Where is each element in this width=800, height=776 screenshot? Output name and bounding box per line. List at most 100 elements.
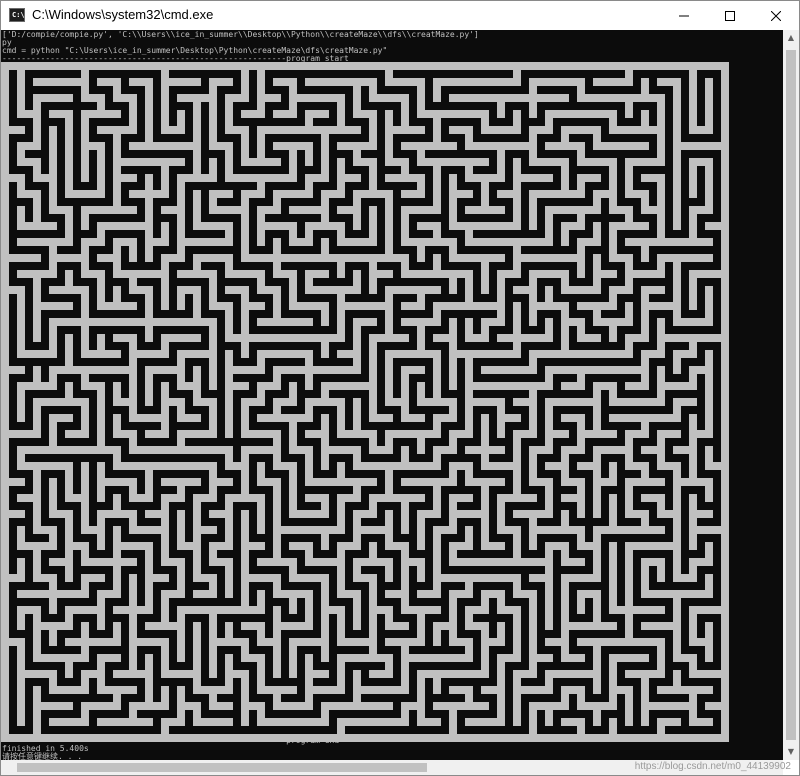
maze-wall <box>609 694 617 702</box>
maze-wall <box>145 246 153 254</box>
maze-wall <box>289 574 329 582</box>
maze-wall <box>721 558 729 566</box>
maze-wall <box>657 198 665 206</box>
maze-wall <box>497 310 505 318</box>
maze-wall <box>449 246 457 254</box>
maze-wall <box>609 558 617 566</box>
maze-wall <box>721 470 729 478</box>
maze-wall <box>33 526 57 534</box>
maze-wall <box>49 342 57 350</box>
scroll-down-icon[interactable]: ▼ <box>787 748 795 756</box>
maze-wall <box>241 534 249 542</box>
maze-wall <box>721 350 729 358</box>
maze-wall <box>417 182 425 190</box>
maze-wall <box>65 190 105 198</box>
maze-wall <box>81 334 89 342</box>
maze-wall <box>241 302 265 310</box>
maze-wall <box>129 254 137 262</box>
maze-wall <box>1 614 9 622</box>
maze-wall <box>193 134 201 142</box>
maze-wall <box>129 574 137 582</box>
maze-wall <box>1 502 9 510</box>
horizontal-scroll-thumb[interactable] <box>17 763 427 772</box>
maze-wall <box>209 86 217 94</box>
maze-wall <box>577 422 585 430</box>
maze-wall <box>145 486 153 494</box>
vertical-scrollbar[interactable]: ▲ ▼ <box>783 30 799 760</box>
maze-wall <box>449 518 457 526</box>
maze-wall <box>497 510 505 518</box>
maze-wall <box>193 678 201 686</box>
close-button[interactable] <box>753 1 799 30</box>
maze-wall <box>177 238 233 246</box>
maze-wall <box>449 494 473 502</box>
maze-wall <box>113 422 121 430</box>
maze-wall <box>305 678 313 686</box>
maze-wall <box>369 542 377 550</box>
maze-wall <box>545 110 617 118</box>
maximize-button[interactable] <box>707 1 753 30</box>
maze-wall <box>529 102 537 110</box>
maze-wall <box>129 118 137 126</box>
maze-wall <box>97 414 105 422</box>
maze-wall <box>1 62 729 70</box>
maze-wall <box>193 622 201 630</box>
maze-wall <box>577 438 585 446</box>
cmd-icon[interactable]: C:\ <box>9 8 25 22</box>
maze-wall <box>81 622 89 630</box>
maze-wall <box>673 86 681 94</box>
maze-wall <box>49 678 57 686</box>
maze-wall <box>145 558 153 566</box>
maze-wall <box>385 174 425 182</box>
maze-wall <box>193 102 201 110</box>
maze-wall <box>593 510 601 518</box>
maze-wall <box>337 662 345 670</box>
maze-wall <box>529 302 569 310</box>
maze-wall <box>337 406 345 414</box>
maze-wall <box>401 598 409 606</box>
maze-wall <box>1 590 9 598</box>
maze-wall <box>65 182 73 190</box>
maze-wall <box>321 238 329 246</box>
maze-wall <box>689 230 697 238</box>
maze-wall <box>305 374 313 382</box>
maze-wall <box>369 94 409 102</box>
maze-wall <box>481 486 489 494</box>
maze-wall <box>625 310 633 318</box>
maze-wall <box>657 654 665 662</box>
maze-wall <box>257 126 361 134</box>
maze-wall <box>529 150 537 158</box>
title-bar[interactable]: C:\ C:\Windows\system32\cmd.exe <box>1 1 799 30</box>
maze-wall <box>513 430 537 438</box>
maze-wall <box>177 606 265 614</box>
maze-wall <box>641 110 649 118</box>
maze-wall <box>273 142 313 150</box>
maze-wall <box>673 190 681 198</box>
maze-wall <box>497 102 505 110</box>
maze-wall <box>353 414 361 422</box>
scroll-up-icon[interactable]: ▲ <box>787 34 795 42</box>
maze-wall <box>273 662 281 670</box>
maze-wall <box>625 502 633 510</box>
maze-wall <box>673 126 681 134</box>
maze-wall <box>721 406 729 414</box>
maze-wall <box>705 190 713 198</box>
maze-wall <box>209 302 233 310</box>
console-area[interactable]: ['D:/compie/compie.py', 'C:\\Users\\ice_… <box>1 30 783 760</box>
maze-wall <box>337 654 393 662</box>
maze-wall <box>65 662 73 670</box>
maze-wall <box>689 286 697 294</box>
maze-wall <box>449 606 457 614</box>
maze-wall <box>625 574 633 582</box>
minimize-button[interactable] <box>661 1 707 30</box>
maze-wall <box>497 422 505 430</box>
maze-wall <box>33 310 41 318</box>
maze-wall <box>449 126 473 134</box>
maze-wall <box>433 118 441 126</box>
maze-wall <box>449 462 473 470</box>
maze-wall <box>657 646 665 654</box>
maze-wall <box>529 190 585 198</box>
vertical-scroll-thumb[interactable] <box>786 50 796 740</box>
maze-wall <box>81 502 89 510</box>
maze-wall <box>273 262 281 270</box>
